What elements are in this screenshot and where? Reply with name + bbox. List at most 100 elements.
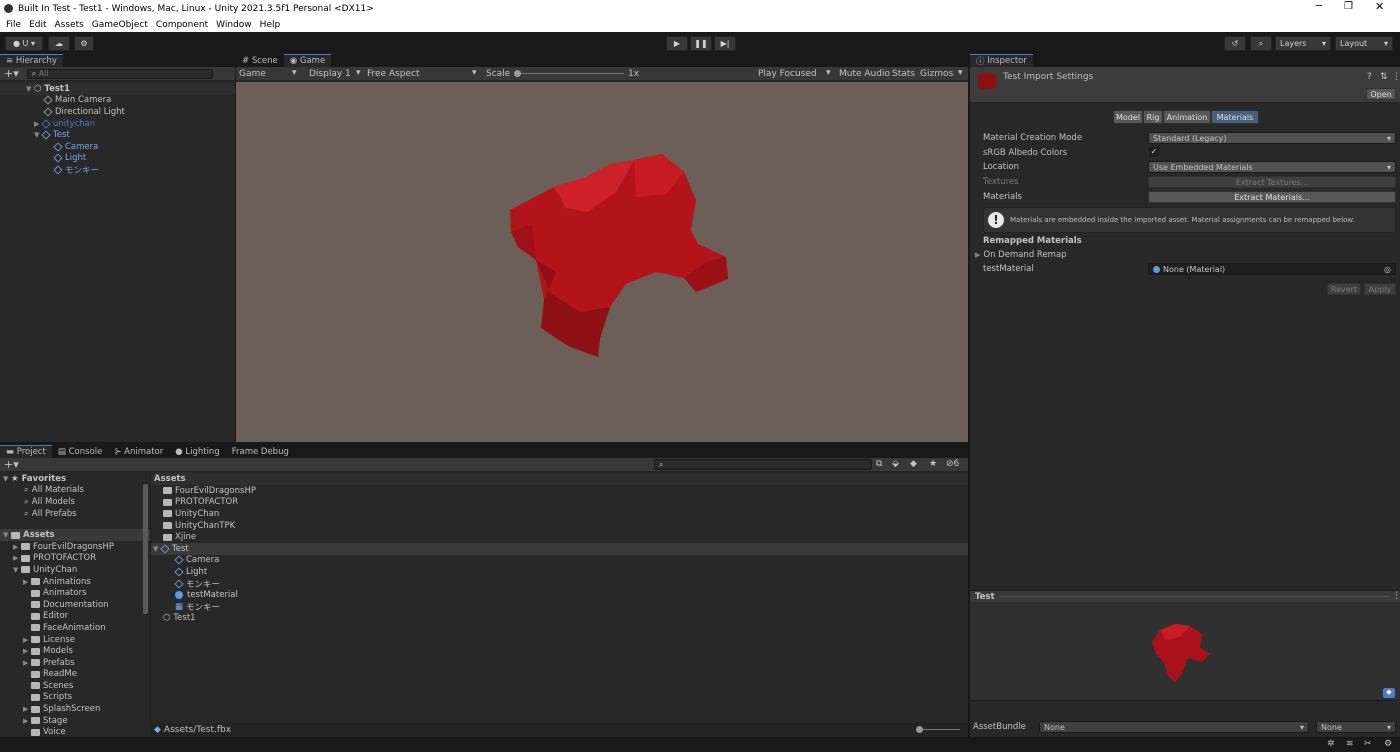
tab-lighting[interactable]: ● Lighting bbox=[169, 445, 225, 458]
tab-frame-debug[interactable]: Frame Debug bbox=[226, 445, 295, 458]
menu-window[interactable]: Window bbox=[216, 20, 252, 30]
list-item[interactable]: UnityChan bbox=[151, 508, 968, 520]
folder-item[interactable]: ▶ Stage bbox=[0, 715, 150, 727]
filter-label-icon[interactable]: ⬙ bbox=[892, 459, 899, 469]
preview-area[interactable]: ◆ bbox=[970, 602, 1400, 700]
list-item[interactable]: UnityChanTPK bbox=[151, 520, 968, 532]
folder-item[interactable]: Editor bbox=[0, 611, 150, 623]
help-icon[interactable]: ? bbox=[1367, 72, 1372, 82]
extract-textures-button[interactable]: Extract Textures... bbox=[1148, 176, 1396, 188]
gizmos-toggle[interactable]: Gizmos bbox=[920, 69, 953, 79]
mute-audio-toggle[interactable]: Mute Audio bbox=[839, 69, 890, 79]
tree-item[interactable]: Light bbox=[0, 153, 235, 165]
add-icon[interactable]: +▾ bbox=[4, 458, 19, 471]
folder-item[interactable]: ▶ SplashScreen bbox=[0, 703, 150, 715]
list-item[interactable]: Camera bbox=[151, 555, 968, 567]
folder-item[interactable]: Scripts bbox=[0, 692, 150, 704]
extract-materials-button[interactable]: Extract Materials... bbox=[1148, 191, 1396, 203]
wrench-icon[interactable]: ✂ bbox=[1364, 739, 1372, 749]
settings-icon[interactable]: ⇅ bbox=[1380, 72, 1388, 82]
tab-game[interactable]: ◉ Game bbox=[283, 54, 332, 67]
folder-item[interactable]: ▶ Prefabs bbox=[0, 657, 150, 669]
more-icon[interactable]: ⋮ bbox=[1392, 591, 1400, 601]
settings-icon[interactable]: ⚙ bbox=[1384, 739, 1392, 749]
account-dropdown[interactable]: ● U ▾ bbox=[5, 36, 43, 51]
bug-icon[interactable]: ✲ bbox=[1327, 739, 1335, 749]
menu-edit[interactable]: Edit bbox=[29, 20, 46, 30]
layout-dropdown[interactable]: Layout ▾ bbox=[1335, 36, 1393, 51]
favorite-item[interactable]: ⌕ All Models bbox=[0, 496, 150, 508]
tag-icon[interactable]: ◆ bbox=[910, 459, 917, 469]
hierarchy-search-input[interactable]: ⌕ All bbox=[26, 68, 213, 79]
folder-item[interactable]: ReadMe bbox=[0, 669, 150, 681]
list-item[interactable]: モンキー bbox=[151, 578, 968, 590]
on-demand-foldout[interactable]: ▶ On Demand Remap bbox=[975, 250, 1067, 260]
tab-model[interactable]: Model bbox=[1113, 110, 1143, 124]
tab-inspector[interactable]: ⓘ Inspector bbox=[970, 54, 1033, 67]
stats-toggle[interactable]: Stats bbox=[892, 69, 915, 79]
tab-materials[interactable]: Materials bbox=[1211, 110, 1259, 124]
list-item[interactable]: testMaterial bbox=[151, 589, 968, 601]
list-item[interactable]: PROTOFACTOR bbox=[151, 497, 968, 509]
layers-dropdown[interactable]: Layers ▾ bbox=[1275, 36, 1331, 51]
creation-mode-dropdown[interactable]: Standard (Legacy) ▾ bbox=[1148, 132, 1396, 144]
menu-gameobject[interactable]: GameObject bbox=[92, 20, 148, 30]
display-dropdown[interactable]: Display 1 bbox=[309, 69, 351, 79]
menu-file[interactable]: File bbox=[6, 20, 21, 30]
step-button[interactable]: ▶| bbox=[714, 36, 736, 51]
preview-drag-handle[interactable] bbox=[1000, 596, 1390, 597]
folder-item[interactable]: Documentation bbox=[0, 599, 150, 611]
srgb-checkbox[interactable]: ✓ bbox=[1149, 147, 1159, 157]
filter-type-icon[interactable]: ⧉ bbox=[876, 459, 882, 469]
play-focused-dropdown[interactable]: Play Focused bbox=[758, 69, 817, 79]
hidden-packages-icon[interactable]: ⊘6 bbox=[946, 459, 959, 469]
folder-item[interactable]: Animators bbox=[0, 587, 150, 599]
favorite-item[interactable]: ⌕ All Materials bbox=[0, 485, 150, 497]
assetbundle-dropdown[interactable]: None ▾ bbox=[1039, 721, 1309, 733]
menu-assets[interactable]: Assets bbox=[55, 20, 84, 30]
tab-console[interactable]: ▤ Console bbox=[52, 445, 108, 458]
tree-item[interactable]: Main Camera bbox=[0, 95, 235, 107]
aspect-dropdown[interactable]: Free Aspect bbox=[367, 69, 420, 79]
open-button[interactable]: Open bbox=[1366, 88, 1396, 100]
scale-slider[interactable] bbox=[516, 73, 624, 74]
folder-item[interactable]: ▶ Animations bbox=[0, 576, 150, 588]
list-item[interactable]: Xjine bbox=[151, 531, 968, 543]
tag-icon[interactable]: ◆ bbox=[1383, 688, 1395, 698]
pause-button[interactable]: ❚❚ bbox=[690, 36, 712, 51]
play-button[interactable]: ▶ bbox=[666, 36, 688, 51]
assetbundle-variant-dropdown[interactable]: None ▾ bbox=[1316, 721, 1396, 733]
tree-item[interactable]: ▶ unitychan bbox=[0, 118, 235, 130]
tab-rig[interactable]: Rig bbox=[1143, 110, 1163, 124]
tab-animation[interactable]: Animation bbox=[1163, 110, 1211, 124]
tab-hierarchy[interactable]: ≡ Hierarchy bbox=[0, 54, 63, 67]
apply-button[interactable]: Apply bbox=[1364, 283, 1396, 295]
history-button[interactable]: ↺ bbox=[1224, 36, 1246, 51]
icon-size-slider-handle[interactable] bbox=[916, 726, 923, 733]
project-search-input[interactable]: ⌕ bbox=[654, 459, 872, 470]
list-item-selected[interactable]: ▼ Test bbox=[151, 542, 968, 555]
favorite-item[interactable]: ⌕ All Prefabs bbox=[0, 508, 150, 520]
test-material-field[interactable]: None (Material) ◎ bbox=[1148, 263, 1396, 275]
tree-item[interactable]: ▼ Test bbox=[0, 129, 235, 141]
menu-help[interactable]: Help bbox=[260, 20, 281, 30]
scale-slider-handle[interactable] bbox=[514, 70, 521, 77]
collab-button[interactable]: ⚙ bbox=[74, 36, 94, 51]
location-dropdown[interactable]: Use Embedded Materials ▾ bbox=[1148, 161, 1396, 173]
scene-row[interactable]: ▼ ⬡ Test1 bbox=[0, 83, 235, 95]
game-mode-dropdown[interactable]: Game bbox=[239, 69, 266, 79]
more-icon[interactable]: ⋮ bbox=[1392, 72, 1400, 82]
tree-item[interactable]: モンキー bbox=[0, 164, 235, 176]
tree-scrollbar[interactable] bbox=[143, 484, 148, 614]
list-item[interactable]: ⬡ Test1 bbox=[151, 613, 968, 625]
close-icon[interactable]: ✕ bbox=[1375, 0, 1384, 13]
tree-item[interactable]: Directional Light bbox=[0, 106, 235, 118]
minimize-icon[interactable]: ─ bbox=[1316, 1, 1322, 12]
tab-animator[interactable]: ⊱ Animator bbox=[108, 445, 169, 458]
list-item[interactable]: ▦ モンキー bbox=[151, 601, 968, 613]
maximize-icon[interactable]: ❐ bbox=[1344, 1, 1353, 12]
add-icon[interactable]: +▾ bbox=[4, 67, 19, 80]
cache-icon[interactable]: ≋ bbox=[1346, 739, 1354, 749]
icon-size-slider[interactable] bbox=[920, 729, 960, 730]
menu-component[interactable]: Component bbox=[156, 20, 208, 30]
